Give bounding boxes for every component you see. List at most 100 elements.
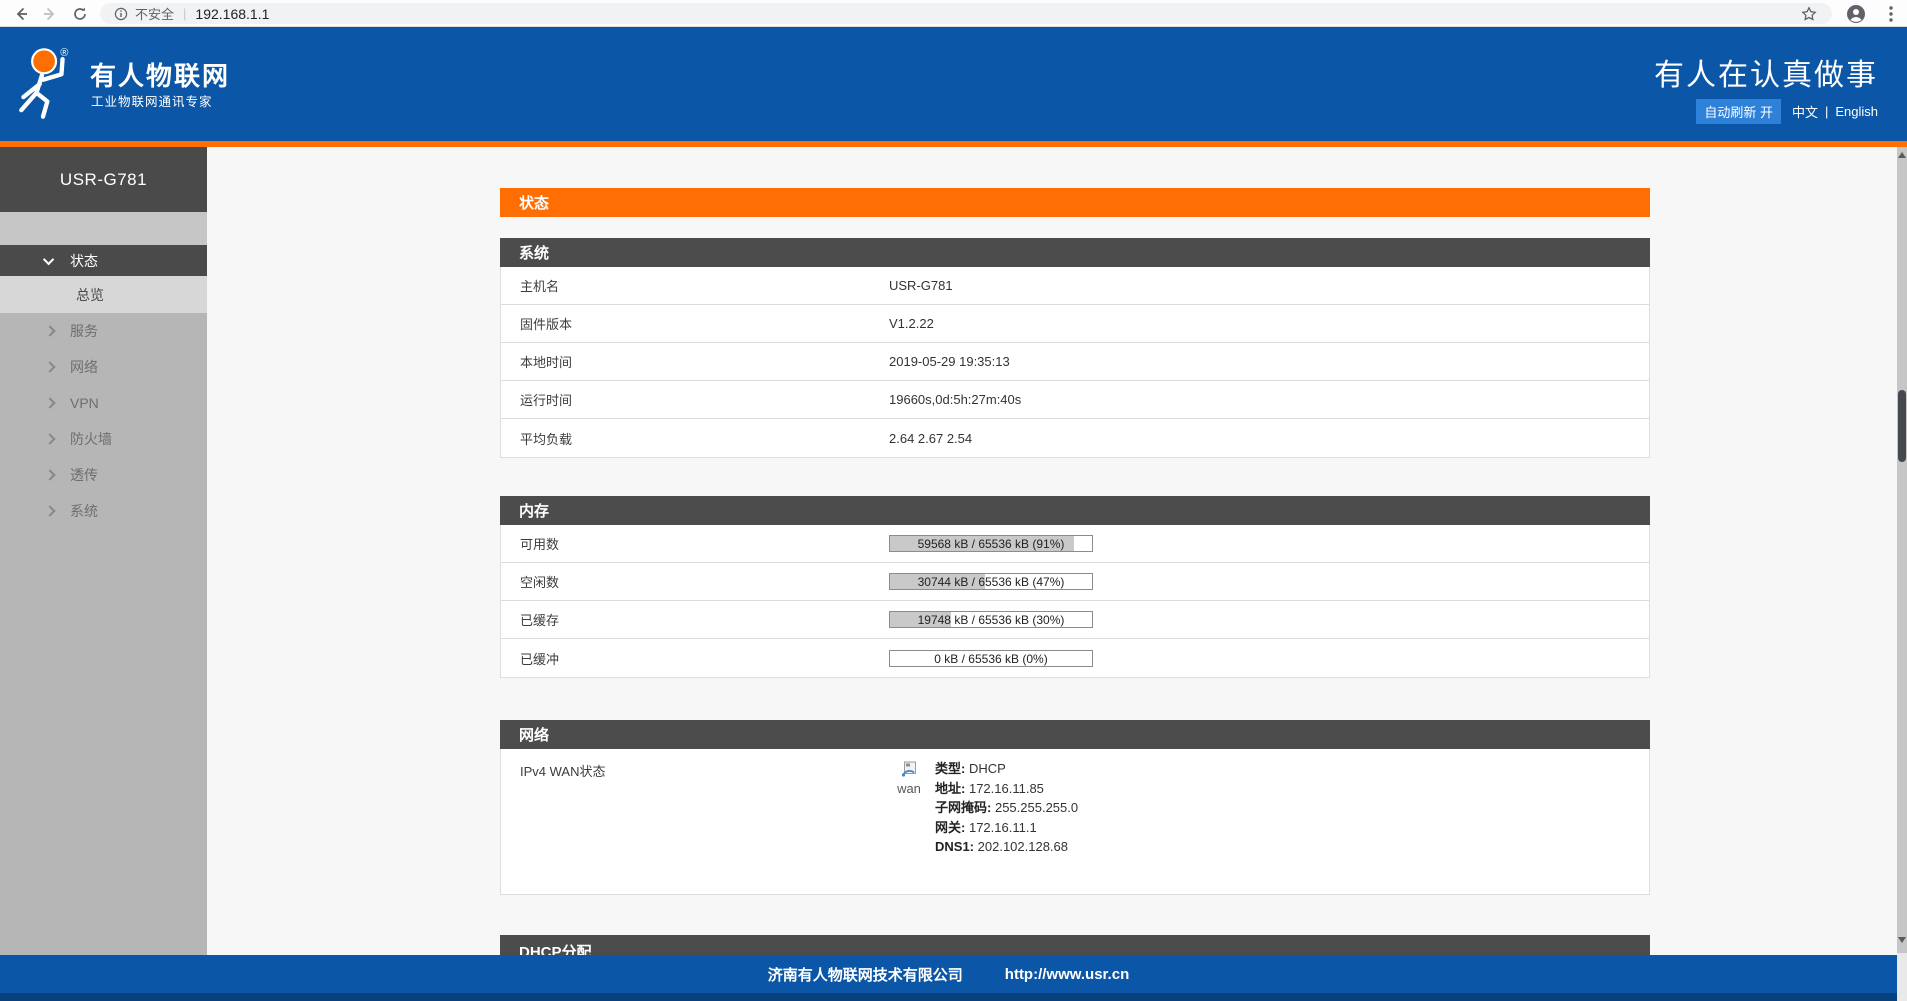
- memory-progress-bar: 59568 kB / 65536 kB (91%): [889, 535, 1093, 552]
- address-divider: |: [183, 6, 186, 21]
- security-label: 不安全: [135, 4, 174, 23]
- sidebar-item-label: 系统: [70, 501, 98, 521]
- row-value: USR-G781: [889, 278, 953, 293]
- wan-interface-name: wan: [889, 781, 929, 796]
- progress-text: 0 kB / 65536 kB (0%): [890, 651, 1092, 667]
- lang-zh-link[interactable]: 中文: [1792, 102, 1818, 121]
- sidebar-item-label: 网络: [70, 357, 98, 377]
- bookmark-star-icon[interactable]: [1801, 3, 1817, 24]
- row-value: 2.64 2.67 2.54: [889, 431, 972, 446]
- chevron-right-icon: [44, 325, 55, 336]
- browser-menu-icon[interactable]: [1880, 3, 1901, 24]
- section-memory: 内存 可用数 59568 kB / 65536 kB (91%) 空闲数 307…: [500, 496, 1650, 678]
- footer-company: 济南有人物联网技术有限公司: [768, 964, 963, 985]
- auto-refresh-toggle[interactable]: 自动刷新 开: [1696, 99, 1781, 124]
- sidebar-item-system[interactable]: 系统: [0, 493, 207, 529]
- table-row: 平均负载 2.64 2.67 2.54: [501, 419, 1649, 457]
- site-header: ® 有人物联网 工业物联网通讯专家 有人在认真做事 自动刷新 开 中文 | En…: [0, 27, 1907, 141]
- header-slogan: 有人在认真做事: [1654, 50, 1878, 94]
- back-icon[interactable]: [10, 3, 31, 24]
- footer-website-link[interactable]: http://www.usr.cn: [1005, 966, 1129, 983]
- info-icon[interactable]: [114, 7, 128, 21]
- device-name: USR-G781: [0, 147, 207, 212]
- table-row: 空闲数 30744 kB / 65536 kB (47%): [501, 563, 1649, 601]
- row-value: 2019-05-29 19:35:13: [889, 354, 1010, 369]
- sidebar-item-services[interactable]: 服务: [0, 313, 207, 349]
- address-bar[interactable]: 不安全 | 192.168.1.1: [100, 3, 1832, 24]
- section-network: 网络 IPv4 WAN状态 wan: [500, 720, 1650, 895]
- chevron-right-icon: [44, 505, 55, 516]
- page-scrollbar[interactable]: [1897, 147, 1907, 1001]
- wan-details: 类型: DHCP 地址: 172.16.11.85 子网掩码: 255.255.…: [935, 759, 1078, 857]
- row-label: 空闲数: [501, 572, 889, 591]
- section-system: 系统 主机名 USR-G781 固件版本 V1.2.22 本地时间 2019-0…: [500, 238, 1650, 458]
- brand-logo: ®: [10, 45, 76, 126]
- scrollbar-thumb[interactable]: [1898, 390, 1906, 462]
- table-row: 可用数 59568 kB / 65536 kB (91%): [501, 525, 1649, 563]
- page-footer: 济南有人物联网技术有限公司 http://www.usr.cn: [0, 955, 1897, 1001]
- sidebar-group-status[interactable]: 状态: [0, 245, 207, 276]
- section-memory-header: 内存: [500, 496, 1650, 525]
- avatar-icon[interactable]: [1845, 3, 1866, 24]
- scrollbar-up-arrow-icon[interactable]: [1898, 152, 1906, 158]
- wan-status-row: IPv4 WAN状态 wan 类型:: [501, 749, 1649, 894]
- sidebar-item-passthrough[interactable]: 透传: [0, 457, 207, 493]
- reload-icon[interactable]: [69, 3, 90, 24]
- scrollbar-track[interactable]: [1897, 147, 1907, 953]
- router-admin-page: 不安全 | 192.168.1.1 ®: [0, 0, 1907, 1001]
- row-label: 固件版本: [501, 314, 889, 333]
- svg-text:®: ®: [60, 47, 68, 59]
- row-label: 主机名: [501, 276, 889, 295]
- section-network-header: 网络: [500, 720, 1650, 749]
- scrollbar-down-arrow-icon[interactable]: [1898, 937, 1906, 943]
- sidebar-group-label: 状态: [70, 251, 98, 271]
- sidebar-menu: 服务 网络 VPN 防火墙 透传 系统: [0, 313, 207, 529]
- sidebar-subitem-label: 总览: [76, 285, 104, 305]
- sidebar-item-label: 防火墙: [70, 429, 112, 449]
- table-row: 运行时间 19660s,0d:5h:27m:40s: [501, 381, 1649, 419]
- page-title: 状态: [500, 188, 1650, 217]
- sidebar-item-label: VPN: [70, 395, 99, 411]
- row-label: IPv4 WAN状态: [501, 749, 889, 780]
- sidebar-item-firewall[interactable]: 防火墙: [0, 421, 207, 457]
- table-row: 已缓存 19748 kB / 65536 kB (30%): [501, 601, 1649, 639]
- forward-icon[interactable]: [39, 3, 60, 24]
- row-label: 平均负载: [501, 429, 889, 448]
- row-label: 已缓冲: [501, 649, 889, 668]
- wan-interface-icon: [889, 761, 929, 781]
- table-row: 主机名 USR-G781: [501, 267, 1649, 305]
- main-content: 状态 系统 主机名 USR-G781 固件版本 V1.2.22 本地时间 201…: [207, 147, 1907, 955]
- row-label: 可用数: [501, 534, 889, 553]
- progress-text: 19748 kB / 65536 kB (30%): [890, 612, 1092, 628]
- row-label: 运行时间: [501, 390, 889, 409]
- lang-separator: |: [1825, 104, 1828, 119]
- brand-subtitle: 工业物联网通讯专家: [91, 91, 213, 110]
- chevron-right-icon: [44, 397, 55, 408]
- lang-en-link[interactable]: English: [1835, 104, 1878, 119]
- sidebar: USR-G781 状态 总览 服务 网络 VPN 防火墙: [0, 147, 207, 955]
- memory-progress-bar: 0 kB / 65536 kB (0%): [889, 650, 1093, 667]
- progress-text: 59568 kB / 65536 kB (91%): [890, 536, 1092, 552]
- progress-text: 30744 kB / 65536 kB (47%): [890, 574, 1092, 590]
- table-row: 本地时间 2019-05-29 19:35:13: [501, 343, 1649, 381]
- url-text[interactable]: 192.168.1.1: [195, 6, 269, 22]
- row-label: 本地时间: [501, 352, 889, 371]
- sidebar-item-overview[interactable]: 总览: [0, 276, 207, 313]
- sidebar-item-label: 透传: [70, 465, 98, 485]
- row-value: 19660s,0d:5h:27m:40s: [889, 392, 1021, 407]
- footer-bottom-strip: [0, 993, 1897, 1001]
- sidebar-item-vpn[interactable]: VPN: [0, 385, 207, 421]
- chevron-down-icon: [43, 253, 54, 264]
- brand-title: 有人物联网: [90, 56, 230, 93]
- row-label: 已缓存: [501, 610, 889, 629]
- section-system-header: 系统: [500, 238, 1650, 267]
- sidebar-item-network[interactable]: 网络: [0, 349, 207, 385]
- browser-toolbar: 不安全 | 192.168.1.1: [0, 0, 1907, 27]
- sidebar-item-label: 服务: [70, 321, 98, 341]
- sidebar-spacer: [0, 212, 207, 245]
- chevron-right-icon: [44, 361, 55, 372]
- table-row: 固件版本 V1.2.22: [501, 305, 1649, 343]
- chevron-right-icon: [44, 469, 55, 480]
- table-row: 已缓冲 0 kB / 65536 kB (0%): [501, 639, 1649, 677]
- row-value: V1.2.22: [889, 316, 934, 331]
